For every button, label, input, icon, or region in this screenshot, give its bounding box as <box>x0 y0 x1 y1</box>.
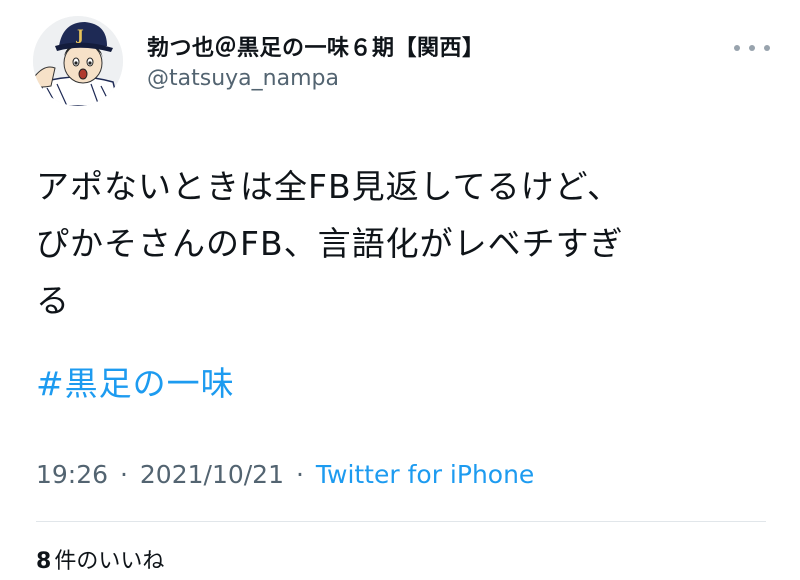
more-dot <box>749 45 755 51</box>
likes-count: 8 <box>36 549 52 574</box>
hashtag-link[interactable]: #黒足の一味 <box>36 355 235 412</box>
display-name[interactable]: 勃つ也＠黒足の一味６期【関西】 <box>147 30 485 62</box>
more-horizontal-icon[interactable] <box>734 40 770 56</box>
likes-link[interactable]: 8 件のいいね <box>36 543 164 575</box>
tweet-time[interactable]: 19:26 <box>36 460 108 489</box>
tweet-date[interactable]: 2021/10/21 <box>140 460 284 489</box>
tweet-source-link[interactable]: Twitter for iPhone <box>316 460 534 489</box>
likes-label: 件のいいね <box>54 549 165 574</box>
more-dot <box>734 45 740 51</box>
tweet-meta: 19:26 · 2021/10/21 · Twitter for iPhone <box>36 460 534 489</box>
user-avatar[interactable]: J <box>33 16 123 106</box>
meta-separator: · <box>120 460 128 489</box>
tweet-text-line: アポないときは全FB見返してるけど、 <box>36 167 621 206</box>
tweet-text-line: る <box>36 281 70 320</box>
more-dot <box>764 45 770 51</box>
meta-separator: · <box>295 460 304 489</box>
tweet-card: J 勃つ也＠黒足の一味６期【関西】 @tatsuya_nampa アポないときは… <box>0 0 800 580</box>
cartoon-baseball-player-avatar-icon: J <box>33 16 123 106</box>
user-handle[interactable]: @tatsuya_nampa <box>147 66 339 91</box>
divider <box>36 521 766 522</box>
tweet-text: アポないときは全FB見返してるけど、 ぴかそさんのFB、言語化がレベチすぎ る <box>36 158 776 329</box>
tweet-text-line: ぴかそさんのFB、言語化がレベチすぎ <box>36 224 624 263</box>
svg-text:J: J <box>75 28 84 44</box>
